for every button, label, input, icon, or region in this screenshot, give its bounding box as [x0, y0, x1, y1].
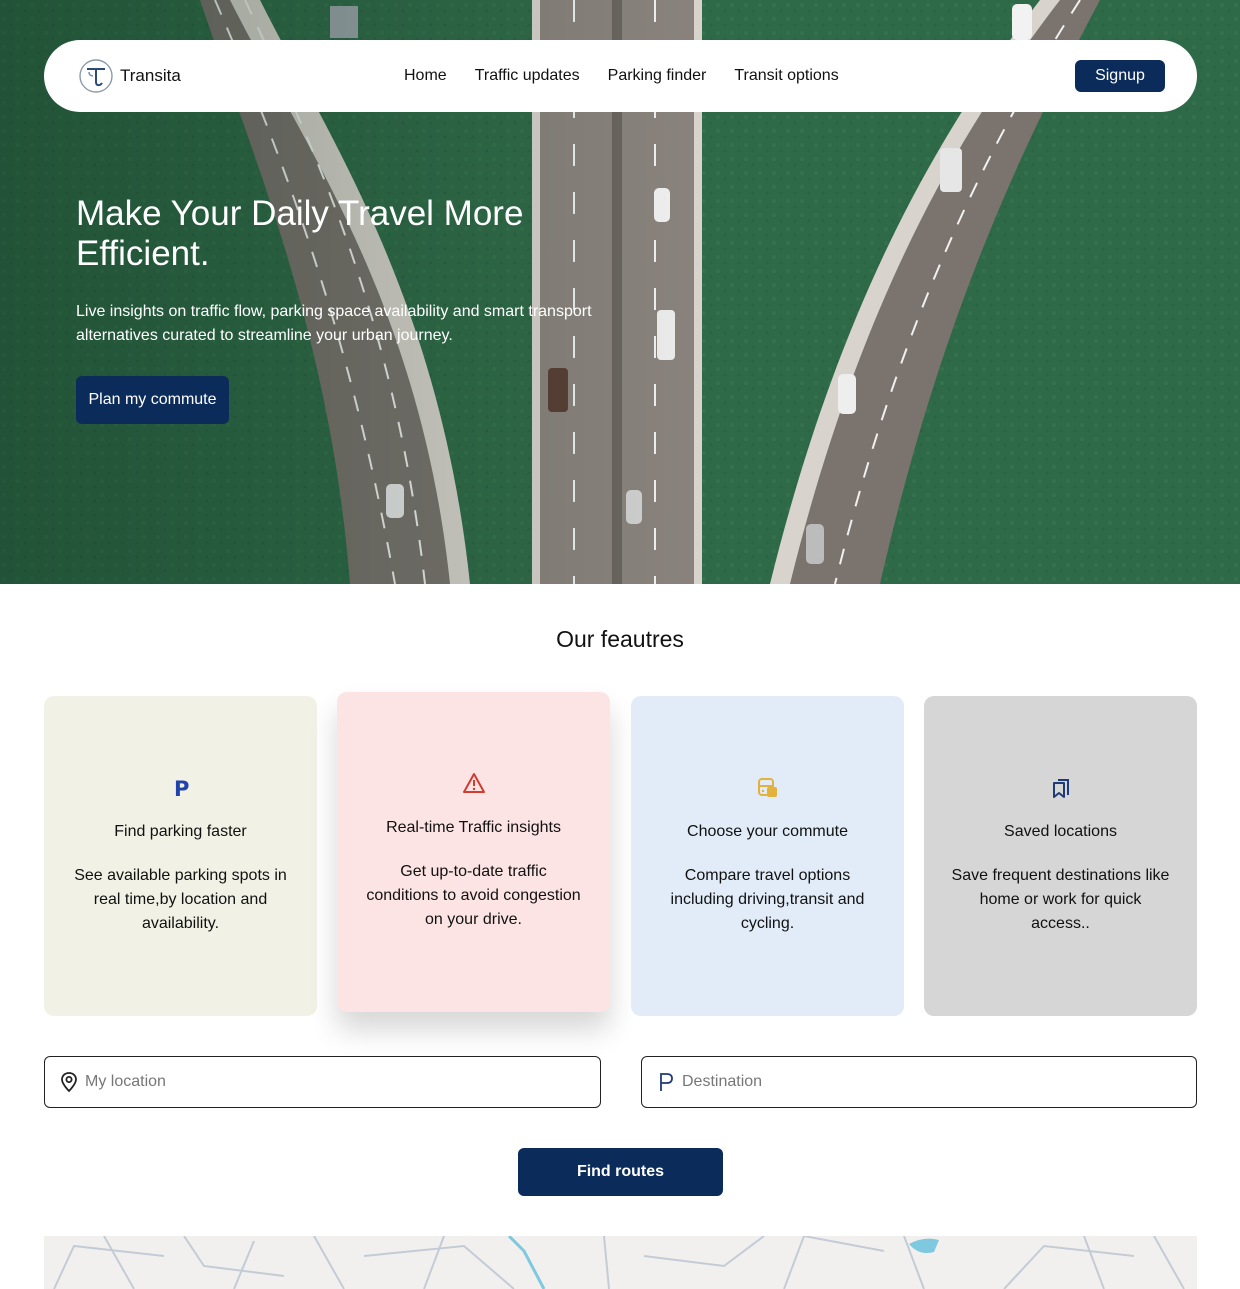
nav-link-traffic-updates[interactable]: Traffic updates	[475, 67, 580, 85]
nav-link-home[interactable]: Home	[404, 67, 447, 85]
svg-text:P: P	[174, 777, 189, 800]
feature-title: Real-time Traffic insights	[386, 819, 561, 836]
hero-section: Transita Home Traffic updates Parking fi…	[0, 0, 1240, 584]
feature-description: Get up-to-date traffic conditions to avo…	[366, 863, 581, 928]
map-streets	[53, 1236, 1185, 1289]
parking-icon: P	[44, 776, 317, 800]
feature-title: Find parking faster	[114, 823, 247, 840]
bookmarks-icon	[924, 776, 1197, 800]
feature-card-commute: Choose your commute Compare travel optio…	[631, 696, 904, 1016]
brand[interactable]: Transita	[78, 58, 181, 94]
plan-commute-button[interactable]: Plan my commute	[76, 376, 229, 424]
feature-description: See available parking spots in real time…	[74, 867, 287, 932]
feature-title: Saved locations	[1004, 823, 1117, 840]
location-pin-icon	[61, 1072, 77, 1093]
parking-destination-icon	[660, 1073, 673, 1091]
destination-field[interactable]	[641, 1056, 1197, 1108]
warning-icon	[337, 772, 610, 796]
location-input[interactable]	[85, 1057, 585, 1107]
feature-card-traffic: Real-time Traffic insights Get up-to-dat…	[337, 692, 610, 1012]
nav-link-transit-options[interactable]: Transit options	[734, 67, 838, 85]
nav-link-parking-finder[interactable]: Parking finder	[608, 67, 707, 85]
hero-title: Make Your Daily Travel More Efficient.	[76, 194, 524, 273]
hero-subtitle: Live insights on traffic flow, parking s…	[76, 303, 592, 344]
brand-logo-icon	[79, 59, 113, 93]
map-preview[interactable]	[44, 1236, 1197, 1289]
feature-card-saved: Saved locations Save frequent destinatio…	[924, 696, 1197, 1016]
find-routes-button[interactable]: Find routes	[518, 1148, 723, 1196]
feature-description: Save frequent destinations like home or …	[951, 867, 1170, 932]
feature-card-parking: P Find parking faster See available park…	[44, 696, 317, 1016]
brand-name: Transita	[120, 66, 181, 85]
location-field[interactable]	[44, 1056, 601, 1108]
feature-description: Compare travel options including driving…	[670, 867, 865, 932]
destination-input[interactable]	[682, 1057, 1182, 1107]
nav-links: Home Traffic updates Parking finder Tran…	[404, 40, 867, 112]
transit-icon	[631, 776, 904, 800]
navbar: Transita Home Traffic updates Parking fi…	[44, 40, 1197, 112]
feature-title: Choose your commute	[687, 823, 848, 840]
signup-button[interactable]: Signup	[1075, 60, 1165, 92]
features-title: Our feautres	[556, 626, 684, 652]
